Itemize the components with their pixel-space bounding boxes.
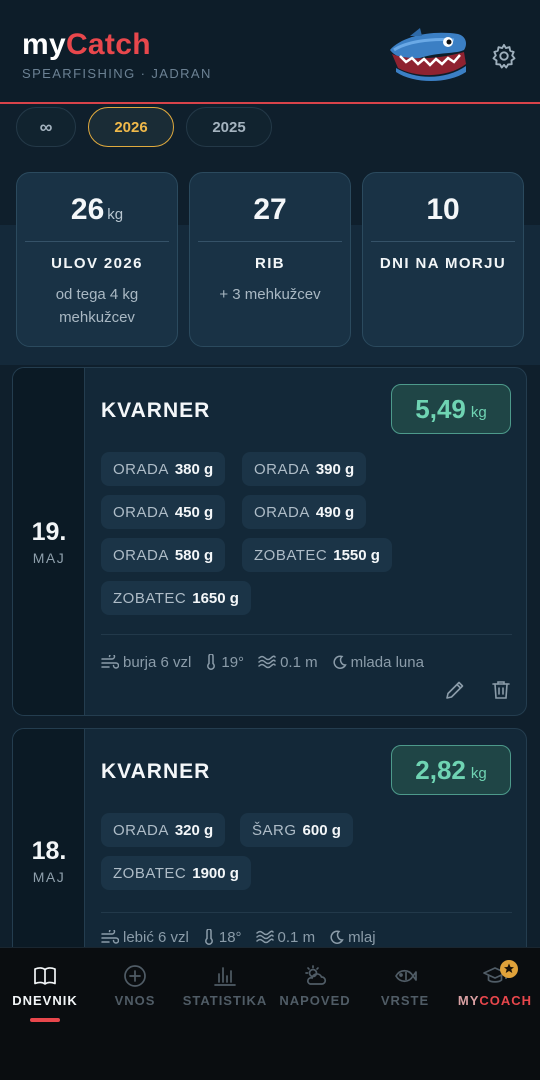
entry-day: 19. <box>31 518 67 546</box>
active-indicator <box>30 1018 60 1022</box>
nav-statistics[interactable]: STATISTIKA <box>180 948 270 1028</box>
catch-chip: ZOBATEC 1550 g <box>242 538 392 572</box>
tab-2025[interactable]: 2025 <box>186 107 272 147</box>
stat-label: DNI NA MORJU <box>379 255 507 272</box>
temperature-value: 19° <box>221 653 245 671</box>
temperature-value: 18° <box>218 928 242 946</box>
divider <box>101 912 512 913</box>
moon-value: mlaj <box>348 928 376 946</box>
gear-icon[interactable] <box>490 42 518 70</box>
nav-label: MYCOACH <box>457 993 533 1008</box>
thermometer-icon <box>207 654 216 670</box>
app-header: myCatch SPEARFISHING · JADRAN <box>0 0 540 104</box>
nav-diary[interactable]: DNEVNIK <box>0 948 90 1028</box>
stat-card-catch: 26 kg ULOV 2026 od tega 4 kg mehkužcev <box>16 172 178 347</box>
tab-2026[interactable]: 2026 <box>88 107 174 147</box>
stat-card-fish: 27 RIB + 3 mehkužcev <box>189 172 351 347</box>
year-tabs: ∞ 2026 2025 <box>16 107 272 147</box>
edit-icon[interactable] <box>443 678 467 702</box>
entry-month: MAJ <box>32 550 66 566</box>
trash-icon[interactable] <box>489 678 513 702</box>
catch-chip: ORADA 320 g <box>101 813 226 847</box>
stat-label: RIB <box>254 255 286 272</box>
stat-value: 10 <box>426 193 460 226</box>
wind-icon <box>101 930 119 944</box>
entry-date-column: 19. MAJ <box>13 368 85 715</box>
entry-total-weight: 2,82 kg <box>391 745 511 795</box>
entry-conditions: burja 6 vzl 19° 0.1 m mlada luna <box>101 652 438 672</box>
waves-value: 0.1 m <box>280 653 318 671</box>
waves-value: 0.1 m <box>277 928 316 946</box>
nav-species[interactable]: VRSTE <box>360 948 450 1028</box>
tab-all-time[interactable]: ∞ <box>16 107 76 147</box>
moon-icon <box>333 654 347 669</box>
stat-label: ULOV 2026 <box>51 255 143 272</box>
entry-day: 18. <box>31 837 67 865</box>
stat-description: od tega 4 kg mehkužcev <box>55 286 139 326</box>
bottom-navigation: DNEVNIK VNOS STATISTIKA NAPOVED VRSTE MY… <box>0 947 540 1046</box>
stat-card-days: 10 DNI NA MORJU <box>362 172 524 347</box>
nav-mycoach[interactable]: MYCOACH <box>450 948 540 1028</box>
divider <box>371 241 515 242</box>
moon-icon <box>330 929 344 944</box>
book-icon <box>34 967 56 985</box>
app-logo: myCatch <box>22 28 151 61</box>
catch-chip: ZOBATEC 1900 g <box>101 856 251 890</box>
entry-location: KVARNER <box>101 760 211 783</box>
shark-mascot[interactable] <box>386 28 470 82</box>
moon-value: mlada luna <box>350 653 424 671</box>
entry-month: MAJ <box>32 869 66 885</box>
catch-chip: ORADA 580 g <box>101 538 226 572</box>
catch-chip: ORADA 390 g <box>242 452 367 486</box>
fish-icon <box>395 969 417 983</box>
divider <box>198 241 342 242</box>
catch-chip: ORADA 490 g <box>242 495 367 529</box>
stat-description: + 3 mehkužcev <box>219 286 321 303</box>
entry-location: KVARNER <box>101 399 211 422</box>
log-entry[interactable]: 19. MAJ KVARNER 5,49 kg ORADA 380 g ORADA 3… <box>12 367 527 716</box>
stat-value: 27 <box>253 193 287 226</box>
entry-conditions: lebić 6 vzl 18° 0.1 m mlaj <box>101 927 390 947</box>
nav-entry[interactable]: VNOS <box>90 948 180 1028</box>
catch-chip: ZOBATEC 1650 g <box>101 581 251 615</box>
stat-value: 26 <box>70 193 105 226</box>
waves-icon <box>255 930 274 944</box>
divider <box>101 634 512 635</box>
wind-icon <box>101 655 119 669</box>
entry-total-weight: 5,49 kg <box>391 384 511 434</box>
wind-value: lebić 6 vzl <box>123 928 189 946</box>
star-badge-icon <box>500 960 518 978</box>
divider <box>25 241 169 242</box>
wind-value: burja 6 vzl <box>123 653 192 671</box>
weather-icon <box>305 965 327 985</box>
waves-icon <box>258 655 276 669</box>
plus-circle-icon <box>124 965 146 987</box>
catch-chip: ORADA 380 g <box>101 452 226 486</box>
nav-bottom-spacer <box>0 1046 540 1080</box>
nav-forecast[interactable]: NAPOVED <box>270 948 360 1028</box>
stat-unit: kg <box>107 206 124 223</box>
catch-chip: ORADA 450 g <box>101 495 226 529</box>
thermometer-icon <box>204 929 213 945</box>
catch-chip: ŠARG 600 g <box>240 813 353 847</box>
app-subtitle: SPEARFISHING · JADRAN <box>22 66 212 81</box>
bar-chart-icon <box>214 967 236 986</box>
